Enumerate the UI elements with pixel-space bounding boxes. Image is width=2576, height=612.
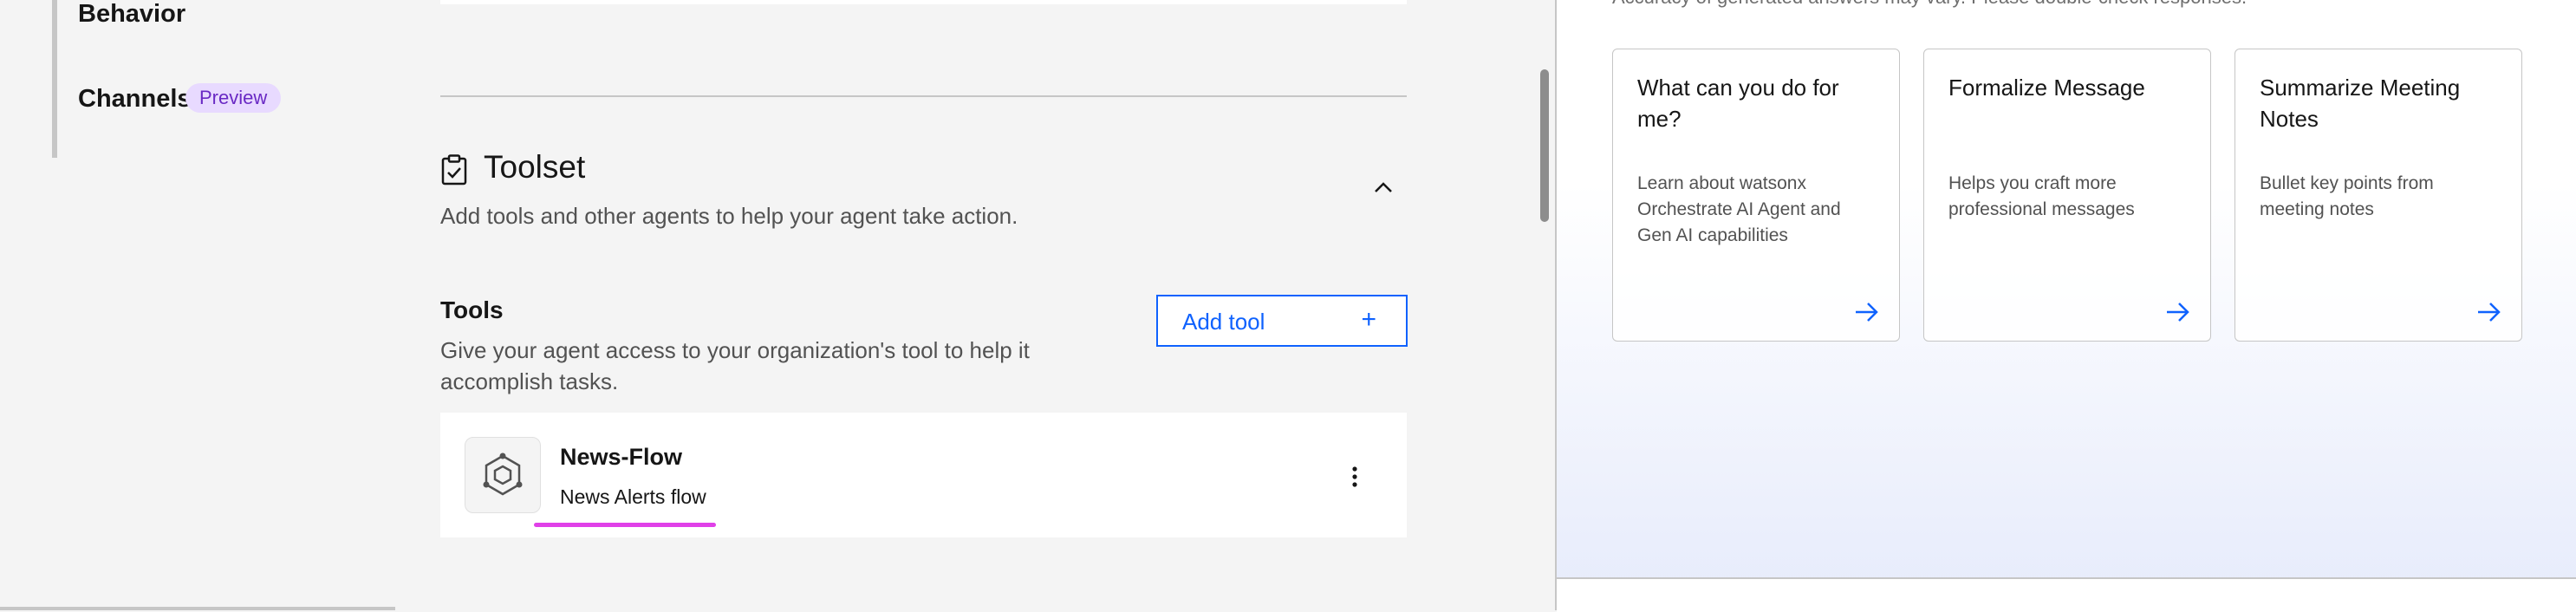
tool-list-item[interactable]: News-Flow News Alerts flow <box>440 413 1407 537</box>
prompt-card-description: Bullet key points from meeting notes <box>2260 173 2434 219</box>
sidebar-item-behavior[interactable]: Behavior <box>78 0 185 29</box>
agent-config-pane: Behavior Channels Preview Toolset Add to… <box>0 0 1555 610</box>
sidebar-rail <box>52 0 57 158</box>
tools-description: Give your agent access to your organizat… <box>440 337 1030 394</box>
prompt-card-title: Summarize Meeting Notes <box>2260 75 2461 132</box>
prompt-card-description: Learn about watsonx Orchestrate AI Agent… <box>1637 173 1841 245</box>
add-tool-button[interactable]: Add tool + <box>1156 295 1408 347</box>
tool-name: News-Flow <box>560 444 683 470</box>
prompt-card-what-can-you-do[interactable]: What can you do for me? Learn about wats… <box>1612 49 1900 342</box>
scrollbar-thumb[interactable] <box>1540 69 1549 222</box>
prompt-card-title: What can you do for me? <box>1637 75 1839 132</box>
prompt-card-summarize-meeting-notes[interactable]: Summarize Meeting Notes Bullet key point… <box>2234 49 2522 342</box>
clipboard-check-icon <box>441 154 467 186</box>
preview-tag: Preview <box>185 83 282 113</box>
bottom-border <box>0 607 395 610</box>
plus-icon: + <box>1361 305 1376 334</box>
previous-section-card <box>440 0 1407 4</box>
agent-preview-pane: Accuracy of generated answers may vary. … <box>1557 0 2576 612</box>
toolset-description: Add tools and other agents to help your … <box>440 203 1018 229</box>
chevron-up-icon[interactable] <box>1368 172 1399 203</box>
prompt-card-description: Helps you craft more professional messag… <box>1948 173 2135 219</box>
disclaimer-text: Accuracy of generated answers may vary. … <box>1612 0 2247 9</box>
tool-description: News Alerts flow <box>560 485 706 508</box>
arrow-right-icon <box>2478 303 2501 322</box>
highlight-underline <box>534 523 716 527</box>
toolset-title: Toolset <box>484 149 586 185</box>
arrow-right-icon <box>2167 303 2189 322</box>
tools-heading: Tools <box>440 296 504 323</box>
flow-hexagon-icon <box>465 437 541 513</box>
sidebar-item-channels[interactable]: Channels <box>78 85 192 114</box>
add-tool-label: Add tool <box>1182 309 1265 335</box>
chat-input-area[interactable] <box>1557 577 2576 612</box>
section-divider <box>440 95 1407 97</box>
overflow-menu-icon[interactable] <box>1342 461 1368 492</box>
arrow-right-icon <box>1856 303 1878 322</box>
prompt-card-formalize-message[interactable]: Formalize Message Helps you craft more p… <box>1923 49 2211 342</box>
prompt-card-title: Formalize Message <box>1948 75 2145 101</box>
